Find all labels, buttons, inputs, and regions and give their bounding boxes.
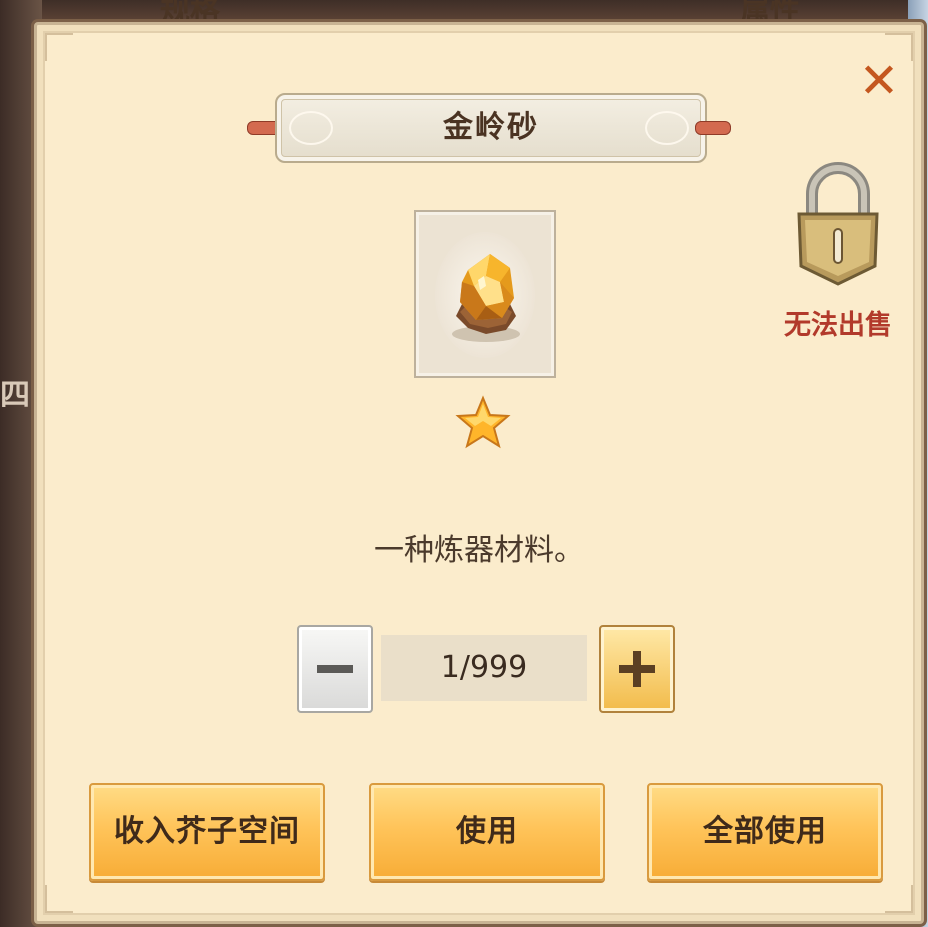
unsellable-label: 无法出售	[784, 310, 892, 341]
corner-ornament	[885, 885, 913, 913]
lock-icon	[797, 162, 879, 286]
corner-ornament	[45, 885, 73, 913]
item-icon-frame	[414, 210, 556, 378]
increase-quantity-button[interactable]	[599, 625, 675, 713]
close-icon[interactable]: ✕	[855, 57, 903, 105]
item-detail-dialog: ✕ 金岭砂 无法出售 一种炼器材料。 1/999 收入芥子空间 使用 全部使用	[34, 22, 924, 924]
golden-ore-gem-icon	[452, 254, 520, 342]
plus-icon	[633, 651, 641, 687]
use-all-button[interactable]: 全部使用	[647, 783, 883, 881]
item-description: 一种炼器材料。	[374, 533, 584, 568]
minus-icon	[317, 665, 353, 673]
use-button[interactable]: 使用	[369, 783, 605, 881]
decrease-quantity-button[interactable]	[297, 625, 373, 713]
quantity-field[interactable]: 1/999	[381, 635, 587, 701]
rarity-star-icon	[455, 395, 511, 449]
store-to-space-button[interactable]: 收入芥子空间	[89, 783, 325, 881]
corner-ornament	[45, 33, 73, 61]
title-banner: 金岭砂	[247, 93, 731, 163]
item-name-title: 金岭砂	[443, 110, 539, 145]
